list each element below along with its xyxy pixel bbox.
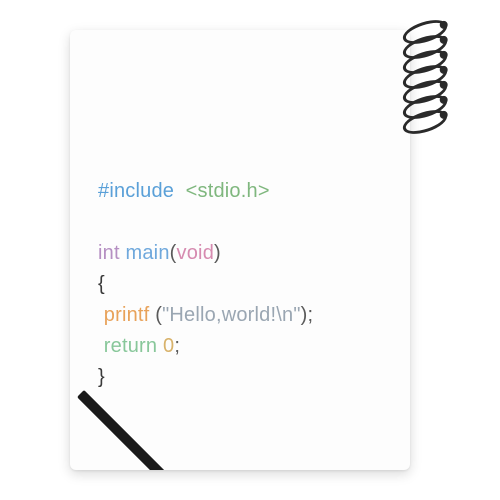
code-paren-open: ( [170,242,177,264]
code-paren-close: ) [214,242,221,264]
elastic-band [70,370,170,470]
code-print: #include <stdio.h> int main(void) { prin… [98,145,313,393]
code-void: void [177,242,215,264]
code-return-val: 0 [163,335,174,357]
code-string-literal: "Hello,world!\n" [162,304,301,326]
code-return: return [104,335,157,357]
code-printf-close: ); [301,304,314,326]
code-semicolon: ; [174,335,180,357]
code-include-header: <stdio.h> [186,180,270,202]
code-type-int: int [98,242,120,264]
notebook: #include <stdio.h> int main(void) { prin… [70,30,410,470]
product-stage: #include <stdio.h> int main(void) { prin… [60,20,440,480]
code-printf: printf [104,304,150,326]
code-printf-paren: ( [149,304,162,326]
spiral-binding [402,22,462,127]
code-func-main: main [126,242,170,264]
code-include-directive: #include [98,180,174,202]
code-brace-open: { [98,273,105,295]
